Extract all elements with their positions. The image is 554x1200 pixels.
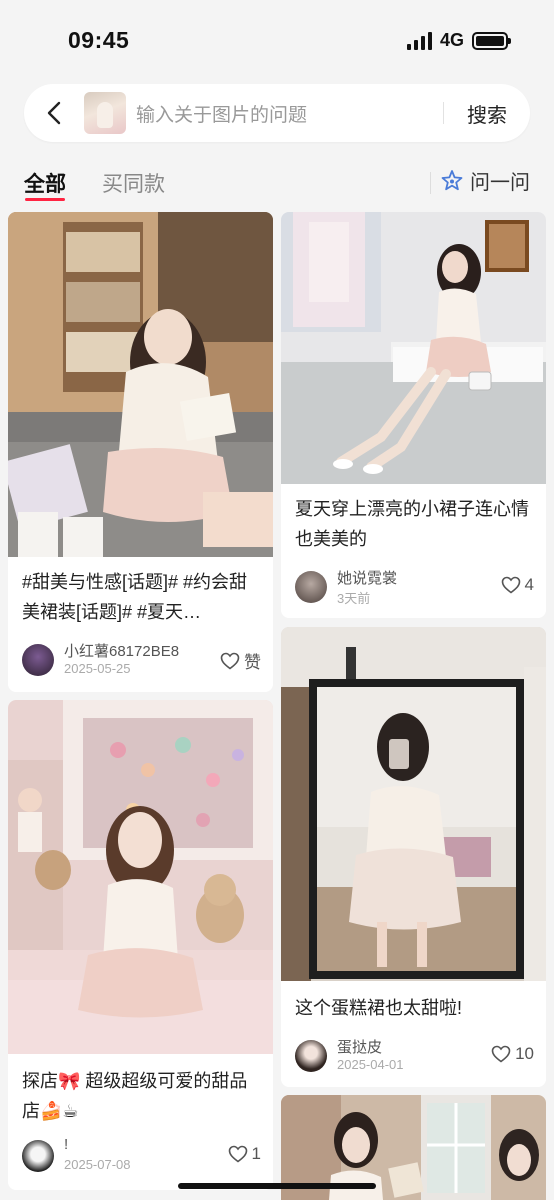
battery-level: [476, 35, 504, 46]
like-count: 赞: [244, 653, 261, 672]
signal-icon: [406, 31, 432, 50]
sparkle-star-icon: [441, 169, 463, 190]
like-button[interactable]: 10: [491, 1044, 534, 1064]
heart-icon: [501, 576, 520, 594]
note-title[interactable]: 探店🎀 超级超级可爱的甜品店🍰☕: [22, 1066, 261, 1126]
avatar[interactable]: [22, 1140, 54, 1172]
avatar[interactable]: [295, 1040, 327, 1072]
avatar[interactable]: [295, 571, 327, 603]
tab-active-indicator: [25, 198, 65, 201]
like-button[interactable]: 4: [501, 575, 534, 595]
search-bar: 输入关于图片的问题 搜索: [24, 84, 530, 142]
note-card[interactable]: 夏天穿上漂亮的小裙子连心情也美美的 她说霓裳 3天前 4: [281, 212, 546, 618]
note-image[interactable]: [8, 212, 273, 557]
like-count: 1: [251, 1144, 261, 1163]
post-date: 2025-05-25: [64, 661, 131, 676]
ask-label: 问一问: [470, 172, 530, 194]
note-image[interactable]: [281, 212, 546, 484]
like-button[interactable]: 赞: [220, 648, 261, 673]
note-photo: [281, 627, 546, 981]
back-button[interactable]: [24, 84, 84, 142]
note-footer: 她说霓裳 3天前 4: [295, 567, 534, 607]
author-name[interactable]: 蛋挞皮: [337, 1036, 382, 1057]
post-date: 2025-07-08: [64, 1157, 131, 1172]
note-card[interactable]: #甜美与性感[话题]# #约会甜美裙装[话题]# #夏天… 小红薯68172BE…: [8, 212, 273, 692]
home-indicator[interactable]: [178, 1183, 376, 1189]
search-input[interactable]: 输入关于图片的问题: [136, 100, 443, 127]
note-footer: 小红薯68172BE8 2025-05-25 赞: [22, 640, 261, 680]
tab-all[interactable]: 全部: [24, 168, 66, 198]
note-card[interactable]: 这个蛋糕裙也太甜啦! 蛋挞皮 2025-04-01 10: [281, 627, 546, 1087]
avatar[interactable]: [22, 644, 54, 676]
note-card[interactable]: 探店🎀 超级超级可爱的甜品店🍰☕ ! 2025-07-08 1: [8, 700, 273, 1190]
tab-buy-same[interactable]: 买同款: [102, 168, 165, 198]
note-title[interactable]: #甜美与性感[话题]# #约会甜美裙装[话题]# #夏天…: [22, 567, 261, 627]
status-indicators: 4G: [406, 30, 511, 51]
search-button[interactable]: 搜索: [444, 99, 530, 128]
status-time: 09:45: [68, 27, 130, 53]
like-button[interactable]: 1: [228, 1144, 261, 1164]
network-type: 4G: [439, 30, 464, 50]
note-photo: [8, 700, 273, 1054]
note-footer: ! 2025-07-08 1: [22, 1136, 261, 1176]
post-date: 3天前: [337, 591, 371, 606]
tab-divider: [430, 172, 431, 194]
post-date: 2025-04-01: [337, 1057, 404, 1072]
note-title[interactable]: 夏天穿上漂亮的小裙子连心情也美美的: [295, 494, 534, 554]
note-title[interactable]: 这个蛋糕裙也太甜啦!: [295, 993, 534, 1023]
like-count: 4: [524, 575, 534, 594]
heart-icon: [228, 1145, 247, 1163]
tab-bar: 全部 买同款 问一问: [0, 158, 554, 204]
like-count: 10: [515, 1044, 534, 1063]
battery-icon: [472, 31, 511, 50]
status-bar: 09:45 4G: [0, 0, 554, 80]
heart-icon: [220, 652, 240, 670]
note-image[interactable]: [281, 627, 546, 981]
author-name[interactable]: 她说霓裳: [337, 567, 397, 588]
ask-button[interactable]: 问一问: [440, 166, 530, 195]
note-footer: 蛋挞皮 2025-04-01 10: [295, 1036, 534, 1076]
author-name[interactable]: 小红薯68172BE8: [64, 640, 179, 661]
back-arrow-icon: [47, 101, 61, 125]
note-photo: [8, 212, 273, 557]
note-image[interactable]: [8, 700, 273, 1054]
heart-icon: [491, 1045, 511, 1063]
query-image-thumbnail[interactable]: [84, 92, 126, 134]
author-name[interactable]: !: [64, 1136, 68, 1153]
note-photo: [281, 212, 546, 484]
